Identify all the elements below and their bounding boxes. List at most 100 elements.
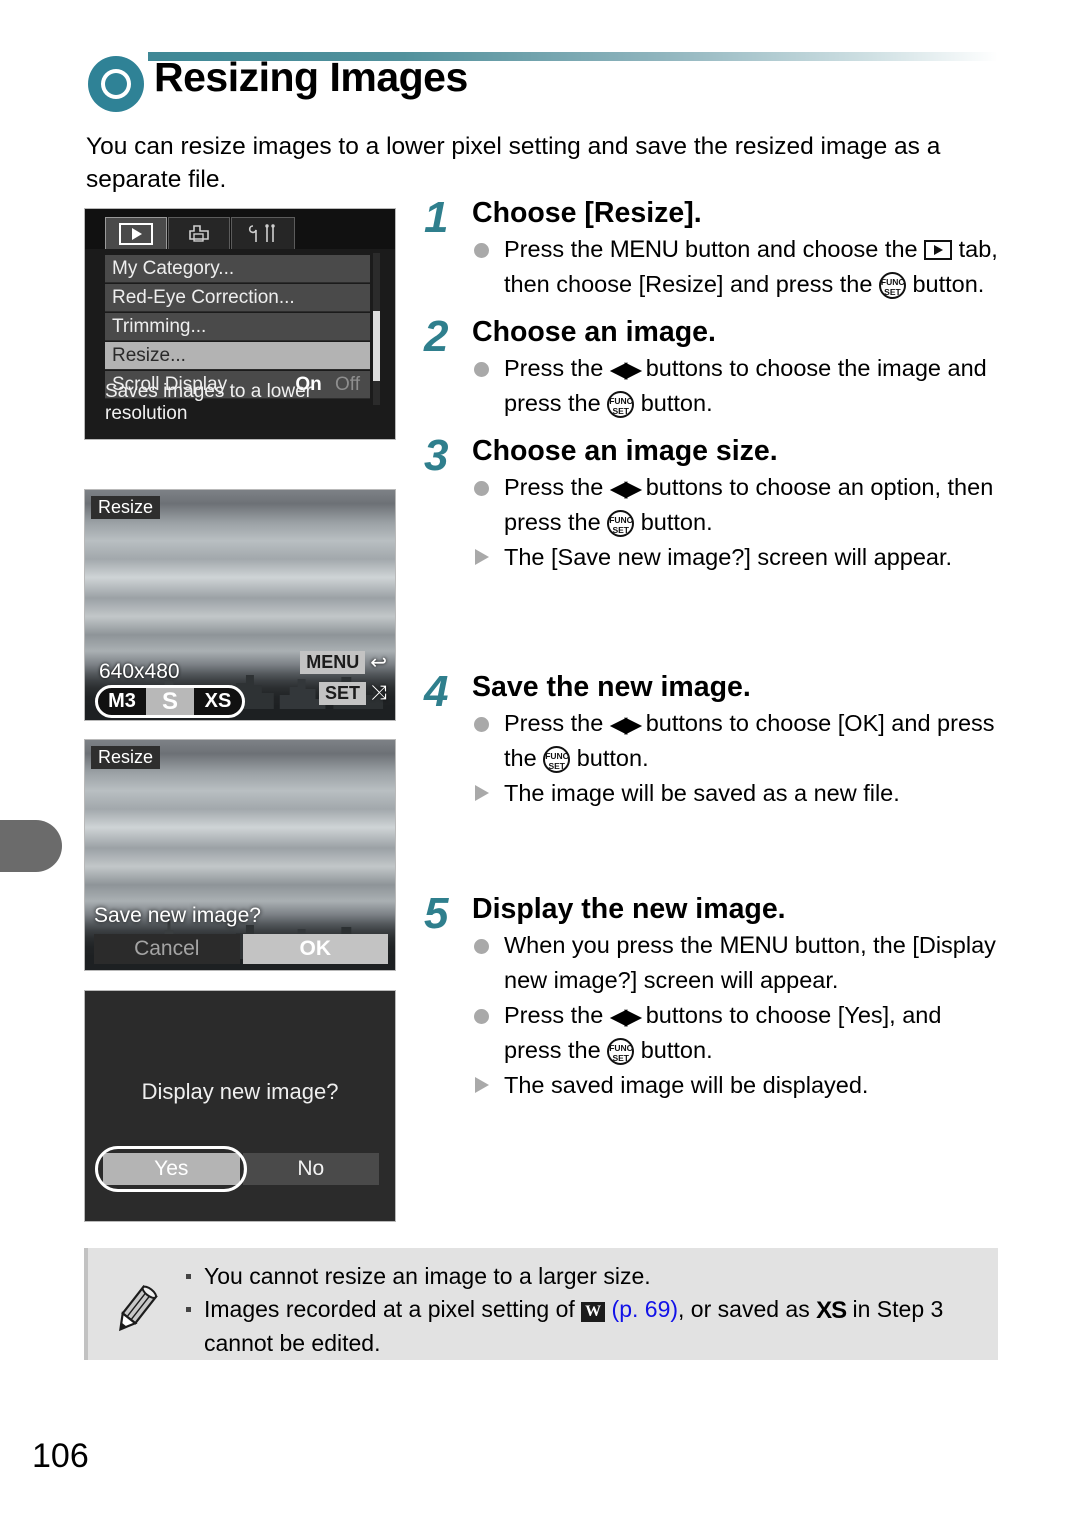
- ok-button[interactable]: OK: [242, 934, 388, 964]
- step-bullets: Press the MENU button and choose the tab…: [472, 232, 1004, 301]
- menu-hint-text: Saves images to a lower resolution: [105, 381, 312, 424]
- bullet-item: Press the ◀▶ buttons to choose the image…: [472, 351, 1004, 420]
- size-option-selector[interactable]: M3 S XS: [95, 685, 245, 718]
- step-number: 3: [424, 431, 449, 480]
- bullet-dot-icon: [474, 481, 489, 496]
- menu-row-label: My Category...: [112, 257, 235, 279]
- note-list: You cannot resize an image to a larger s…: [186, 1260, 984, 1360]
- bullet-text-part: button.: [634, 1037, 713, 1063]
- playback-button-icon: [924, 240, 953, 260]
- cancel-button[interactable]: Cancel: [94, 934, 240, 964]
- bullet-item: The [Save new image?] screen will appear…: [472, 540, 1004, 574]
- wide-pixel-setting-icon: W: [581, 1302, 606, 1322]
- menu-row-red-eye-correction[interactable]: Red-Eye Correction...: [105, 284, 370, 312]
- left-right-buttons-icon: ◀▶: [609, 356, 642, 382]
- set-hint-corner[interactable]: SET ⤨: [318, 682, 387, 705]
- menu-badge: MENU: [300, 651, 366, 674]
- bullet-text-part: The image will be saved as a new file.: [504, 780, 900, 806]
- bullet-dot-icon: [474, 1009, 489, 1024]
- menu-row-trimming[interactable]: Trimming...: [105, 313, 370, 341]
- size-option-s[interactable]: S: [146, 688, 194, 715]
- result-arrow-icon: [475, 1077, 489, 1093]
- step-bullets: Press the ◀▶ buttons to choose an option…: [472, 470, 1004, 574]
- bullet-text-part: Press the: [504, 236, 610, 262]
- selection-highlight-ring: [95, 1146, 247, 1192]
- left-right-buttons-icon: ◀▶: [609, 711, 642, 737]
- save-new-image-screen: Resize Save new image? Cancel OK: [84, 739, 396, 971]
- bullet-item: The saved image will be displayed.: [472, 1068, 1004, 1102]
- set-badge: SET: [318, 682, 366, 705]
- step-2: 2 Choose an image. Press the ◀▶ buttons …: [424, 315, 1004, 420]
- bullet-dot-icon: [474, 362, 489, 377]
- page-edge-tab: [0, 820, 62, 872]
- bullet-text-part: button.: [634, 509, 713, 535]
- print-tab[interactable]: [168, 217, 230, 249]
- note-box: You cannot resize an image to a larger s…: [84, 1248, 998, 1360]
- bullet-text-part: button.: [634, 390, 713, 416]
- section-circle-icon: [88, 56, 144, 112]
- step-number: 5: [424, 889, 449, 938]
- camera-menu-screen: My Category... Red-Eye Correction... Tri…: [84, 208, 396, 440]
- intro-paragraph: You can resize images to a lower pixel s…: [86, 133, 941, 193]
- left-right-buttons-icon: ◀▶: [609, 475, 642, 501]
- note-bullet-icon: [186, 1274, 191, 1279]
- bullet-text-part: The saved image will be displayed.: [504, 1072, 869, 1098]
- page-header: Resizing Images: [88, 52, 998, 128]
- display-question-text: Display new image?: [141, 1079, 339, 1104]
- playback-tab[interactable]: [105, 217, 167, 249]
- menu-hint-corner[interactable]: MENU ↩: [300, 650, 387, 675]
- menu-row-label: Resize...: [112, 344, 186, 366]
- menu-button-glyph: MENU: [719, 932, 789, 959]
- note-item-2: Images recorded at a pixel setting of W …: [186, 1293, 984, 1360]
- menu-row-resize[interactable]: Resize...: [105, 342, 370, 370]
- left-right-buttons-icon: ◀▶: [609, 1003, 642, 1029]
- step-title: Display the new image.: [472, 893, 786, 925]
- resize-size-screen: Resize 640x480 M3 S XS MENU ↩ SET ⤨: [84, 489, 396, 721]
- dialog-background: Display new image? Yes No: [85, 991, 395, 1221]
- return-arrow-icon: ↩: [370, 652, 387, 674]
- step-title: Save the new image.: [472, 671, 751, 703]
- menu-row-my-category[interactable]: My Category...: [105, 255, 370, 283]
- step-number: 4: [424, 667, 449, 716]
- xs-size-icon: XS: [816, 1297, 847, 1324]
- size-option-m3[interactable]: M3: [98, 690, 146, 713]
- menu-scrollbar-thumb[interactable]: [373, 311, 380, 381]
- bullet-text-part: button.: [905, 271, 985, 297]
- size-option-xs[interactable]: XS: [194, 690, 242, 713]
- menu-button-glyph: MENU: [609, 236, 679, 263]
- printer-icon: [189, 224, 209, 242]
- bullet-dot-icon: [474, 717, 489, 732]
- func-set-button-icon: FUNC SET: [607, 391, 635, 418]
- step-bullets: Press the ◀▶ buttons to choose the image…: [472, 351, 1004, 420]
- step-bullets: Press the ◀▶ buttons to choose [OK] and …: [472, 706, 1004, 810]
- menu-tabbar: [85, 209, 395, 249]
- step-bullets: When you press the MENU button, the [Dis…: [472, 928, 1004, 1102]
- menu-row-label: Trimming...: [112, 315, 207, 337]
- note-item-1: You cannot resize an image to a larger s…: [186, 1260, 984, 1293]
- note-text: You cannot resize an image to a larger s…: [204, 1263, 651, 1289]
- bullet-text-part: Press the: [504, 474, 610, 500]
- bullet-text-part: button and choose the: [678, 236, 925, 262]
- step-4: 4 Save the new image. Press the ◀▶ butto…: [424, 670, 1004, 810]
- play-icon: [119, 222, 153, 245]
- bullet-item: Press the ◀▶ buttons to choose an option…: [472, 470, 1004, 539]
- result-arrow-icon: [475, 549, 489, 565]
- display-new-image-screen: Display new image? Yes No: [84, 990, 396, 1222]
- no-button[interactable]: No: [242, 1153, 379, 1185]
- save-question-text: Save new image?: [94, 904, 261, 927]
- bullet-item: The image will be saved as a new file.: [472, 776, 1004, 810]
- func-set-button-icon: FUNC SET: [878, 272, 906, 299]
- next-step-icon: ⤨: [371, 682, 387, 704]
- func-set-button-icon: FUNC SET: [607, 510, 635, 537]
- step-number: 1: [424, 193, 449, 242]
- note-bullet-icon: [186, 1307, 191, 1312]
- func-set-button-icon: FUNC SET: [543, 746, 571, 773]
- bullet-text-part: button.: [570, 745, 649, 771]
- screen-title-badge: Resize: [91, 746, 161, 769]
- save-button-row: Cancel OK: [94, 934, 388, 964]
- bullet-text-part: Press the: [504, 1002, 610, 1028]
- step-5: 5 Display the new image. When you press …: [424, 892, 1004, 1102]
- page-reference-link[interactable]: (p. 69): [612, 1296, 678, 1322]
- settings-tab[interactable]: [231, 217, 295, 249]
- step-1: 1 Choose [Resize]. Press the MENU button…: [424, 196, 1004, 301]
